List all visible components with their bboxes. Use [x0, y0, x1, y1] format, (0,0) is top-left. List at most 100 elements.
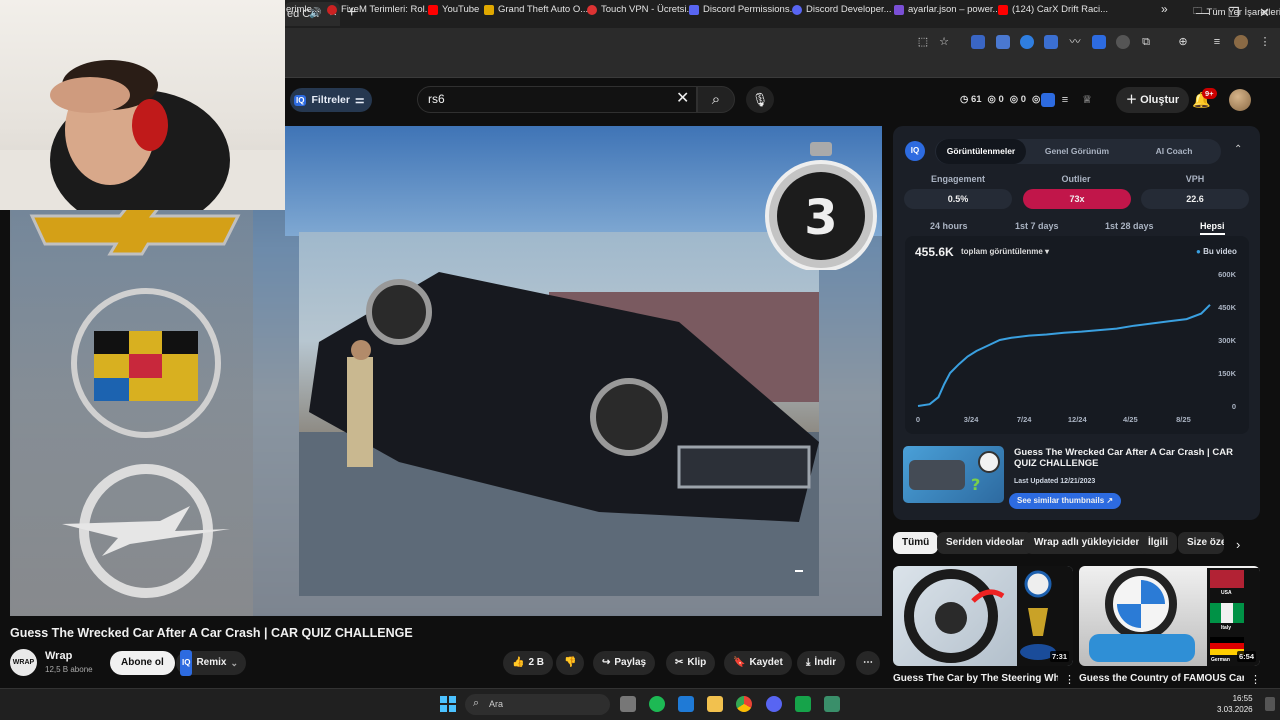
remix-button[interactable]: IQ Remix ⌄: [176, 650, 247, 676]
extensions-puzzle-icon[interactable]: ⧉: [1139, 35, 1153, 49]
bookmark-item[interactable]: FiveM Terimleri: Rol...: [327, 4, 433, 15]
account-avatar[interactable]: [1229, 89, 1251, 111]
trophy-icon[interactable]: ♕: [1080, 93, 1094, 107]
bookmark-item[interactable]: erimle...: [286, 4, 320, 15]
bookmark-item[interactable]: Touch VPN - Ücretsi...: [587, 4, 694, 15]
save-button[interactable]: 🔖 Kaydet: [724, 651, 792, 675]
browser-menu-icon[interactable]: ⋮: [1258, 35, 1272, 49]
extension-icon[interactable]: [1044, 35, 1058, 49]
player-progress-indicator[interactable]: [795, 570, 803, 572]
list-icon[interactable]: ≡: [1058, 93, 1072, 107]
notification-center-icon[interactable]: [1265, 697, 1275, 711]
download-button[interactable]: ⤓ İndir: [797, 651, 846, 675]
bookmark-label: Discord Permissions...: [703, 4, 798, 15]
more-actions-button[interactable]: ⋯: [856, 651, 880, 675]
chip-related[interactable]: İlgili: [1139, 532, 1177, 554]
spotify-icon[interactable]: [649, 696, 665, 712]
tab-genel-gorunum[interactable]: Genel Görünüm: [1032, 139, 1122, 164]
tab-ai-coach[interactable]: AI Coach: [1128, 139, 1220, 164]
bookmark-item[interactable]: Discord Permissions...: [689, 4, 798, 15]
extension-icon[interactable]: [1092, 35, 1106, 49]
see-similar-thumbnails-button[interactable]: See similar thumbnails ↗: [1009, 493, 1122, 509]
range-first-28-days[interactable]: 1st 28 days: [1105, 221, 1154, 231]
all-bookmarks-label: Tüm Yer İşaretleri: [1206, 6, 1280, 18]
screenshot-icon[interactable]: ⬚: [916, 35, 930, 49]
recommended-title[interactable]: Guess The Car by The Steering Wheel |: [893, 673, 1058, 684]
reading-list-icon[interactable]: ≡: [1210, 35, 1224, 49]
chip-series[interactable]: Seriden videolar: [937, 532, 1033, 554]
wifi-extension-icon[interactable]: 〰: [1068, 35, 1082, 49]
extension-icon[interactable]: [1116, 35, 1130, 49]
vidiq-stats[interactable]: ◷ 61 ◎ 0 ◎ 0 ◎ 0: [960, 94, 1048, 105]
bookmark-item[interactable]: YouTube: [428, 4, 479, 15]
vscode-icon[interactable]: [678, 696, 694, 712]
bookmark-item[interactable]: ayarlar.json – power...: [894, 4, 1000, 15]
webcam-overlay: [0, 0, 285, 210]
taskbar-search[interactable]: Ara: [465, 694, 610, 715]
clip-button[interactable]: ✂ Klip: [666, 651, 716, 675]
file-explorer-icon[interactable]: [707, 696, 723, 712]
recommended-thumbnail[interactable]: USA Italy German 6:54: [1079, 566, 1260, 666]
total-views-value: 455.6K: [915, 245, 954, 259]
range-all[interactable]: Hepsi: [1200, 221, 1225, 235]
recommended-thumbnail[interactable]: 7:31: [893, 566, 1073, 666]
fivem-icon: [327, 4, 337, 15]
bookmark-icon: 🔖: [733, 657, 746, 668]
related-thumbnail[interactable]: ?: [903, 446, 1004, 503]
bookmarks-overflow-button[interactable]: »: [1161, 2, 1168, 16]
discord-icon[interactable]: [766, 696, 782, 712]
profile-avatar-icon[interactable]: [1234, 35, 1248, 49]
bookmark-star-icon[interactable]: ☆: [937, 35, 951, 49]
bookmark-item[interactable]: Discord Developer...: [792, 4, 892, 15]
x-tick-label: 7/24: [1017, 415, 1032, 424]
extension-icon[interactable]: [996, 35, 1010, 49]
range-24-hours[interactable]: 24 hours: [930, 221, 968, 231]
svg-text:?: ?: [971, 475, 980, 494]
subscribe-button[interactable]: Abone ol: [110, 651, 175, 675]
create-button[interactable]: ＋ Oluştur: [1116, 87, 1190, 113]
bookmark-item[interactable]: Grand Theft Auto O...: [484, 4, 588, 15]
discord-icon: [792, 4, 802, 15]
dislike-button[interactable]: 👎: [556, 651, 585, 675]
chip-for-you[interactable]: Size öze: [1178, 532, 1224, 554]
vidiq-header-icon[interactable]: [1041, 93, 1055, 107]
share-button[interactable]: ↪ Paylaş: [593, 651, 656, 675]
voice-search-button[interactable]: 🎙: [746, 86, 774, 113]
app-icon[interactable]: [824, 696, 840, 712]
bookmark-label: Grand Theft Auto O...: [498, 4, 589, 15]
windows-start-icon[interactable]: [440, 696, 456, 712]
filters-button[interactable]: IQ Filtreler ⚌: [290, 88, 373, 112]
blue-car: [1089, 634, 1195, 662]
more-options-icon[interactable]: ⋮: [1250, 673, 1261, 686]
profile-sync-icon[interactable]: ⊕: [1176, 35, 1190, 49]
like-button[interactable]: 👍 2 B: [503, 651, 554, 675]
all-bookmarks-button[interactable]: 🗀 Tüm Yer İşaretleri: [1193, 4, 1280, 20]
app-icon[interactable]: [795, 696, 811, 712]
extension-icon[interactable]: [1020, 35, 1034, 49]
channel-avatar[interactable]: WRAP: [10, 649, 37, 676]
thumbs-down-icon: 👎: [564, 657, 577, 668]
recommended-title[interactable]: Guess the Country of FAMOUS Car: [1079, 673, 1244, 684]
chips-next-chevron-icon[interactable]: ›: [1236, 537, 1240, 552]
thumbs-up-icon: 👍: [512, 657, 525, 668]
task-view-icon[interactable]: [620, 696, 636, 712]
total-views-dropdown[interactable]: toplam görüntülenme ▾: [961, 247, 1049, 256]
y-tick-label: 450K: [1218, 303, 1237, 312]
chip-all[interactable]: Tümü: [893, 532, 939, 554]
search-input[interactable]: rs6: [417, 86, 697, 113]
chip-uploader[interactable]: Wrap adlı yükleyiciden: [1025, 532, 1151, 554]
related-title[interactable]: Guess The Wrecked Car After A Car Crash …: [1014, 447, 1254, 469]
search-button[interactable]: ⌕: [697, 86, 735, 113]
range-first-7-days[interactable]: 1st 7 days: [1015, 221, 1059, 231]
chrome-icon[interactable]: [736, 696, 752, 712]
search-icon: ⌕: [711, 91, 721, 108]
channel-name[interactable]: Wrap: [45, 650, 72, 662]
bookmark-item[interactable]: (124) CarX Drift Raci...: [998, 4, 1108, 15]
extension-icon[interactable]: [971, 35, 985, 49]
x-tick-label: 0: [916, 415, 920, 424]
more-options-icon[interactable]: ⋮: [1064, 673, 1075, 686]
tab-goruntulenmeler[interactable]: Görüntülenmeler: [936, 139, 1026, 164]
collapse-chevron-icon[interactable]: ⌃: [1234, 144, 1242, 155]
taskbar-clock[interactable]: 16:55 3.03.2026: [1217, 693, 1253, 715]
clear-search-icon[interactable]: ✕: [676, 88, 689, 108]
